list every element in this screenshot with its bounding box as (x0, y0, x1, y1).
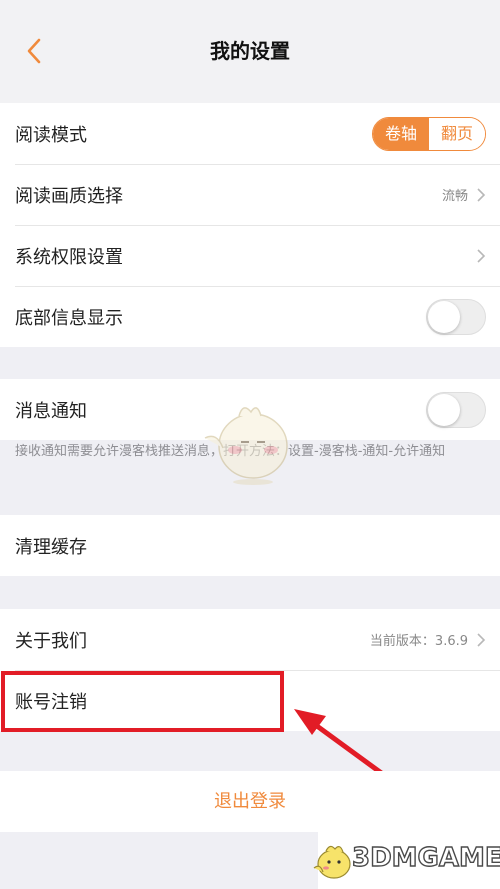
annotation-arrow-icon (294, 709, 435, 813)
watermark-logo-icon (313, 845, 351, 879)
watermark-text: 3DMGAME (351, 842, 500, 873)
logout-button[interactable]: 退出登录 (0, 771, 500, 832)
